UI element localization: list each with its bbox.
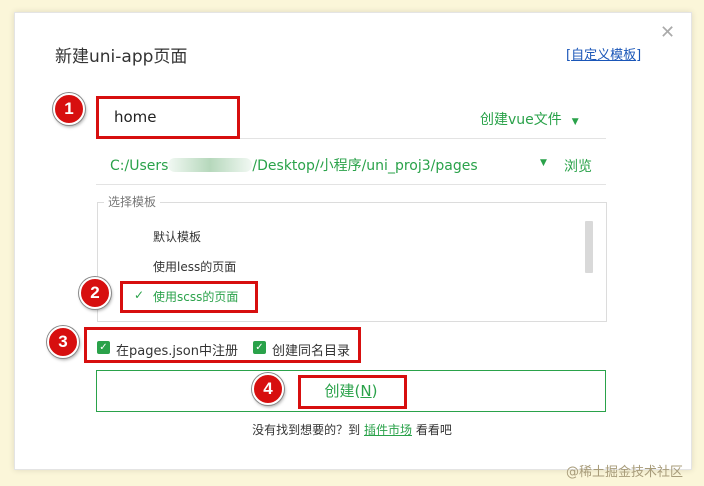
redacted-username [168, 158, 253, 172]
create-type-dropdown[interactable]: 创建vue文件 ▼ [480, 109, 579, 129]
annotation-box-3 [84, 327, 361, 363]
template-item-less[interactable]: 使用less的页面 [153, 258, 236, 275]
template-legend: 选择模板 [104, 193, 161, 210]
create-type-label: 创建vue文件 [480, 112, 562, 128]
path-suffix: /Desktop/小程序/uni_proj3/pages [252, 158, 478, 174]
path-prefix: C:/Users [110, 158, 169, 174]
close-icon[interactable]: ✕ [660, 24, 675, 42]
custom-template-bracket-close: ] [636, 48, 642, 63]
custom-template-link[interactable]: [自定义模板] [566, 44, 641, 63]
path-dropdown-icon[interactable]: ▼ [540, 158, 547, 168]
annotation-box-1 [96, 96, 240, 139]
chevron-down-icon: ▼ [571, 117, 579, 127]
path-field[interactable]: C:/Users/Desktop/小程序/uni_proj3/pages [110, 155, 478, 175]
dialog-title: 新建uni-app页面 [55, 47, 188, 67]
plugin-market-link[interactable]: 插件市场 [364, 423, 412, 437]
hint-suffix: 看看吧 [412, 423, 452, 437]
annotation-badge-3: 3 [47, 326, 79, 358]
template-item-label: 使用less的页面 [153, 260, 237, 274]
plugin-market-hint: 没有找到想要的？到 插件市场 看看吧 [0, 421, 704, 438]
custom-template-label[interactable]: 自定义模板 [571, 48, 636, 63]
template-item-default[interactable]: 默认模板 [153, 228, 201, 245]
template-item-label: 默认模板 [153, 230, 202, 244]
annotation-badge-2: 2 [79, 277, 111, 309]
path-row: C:/Users/Desktop/小程序/uni_proj3/pages ▼ 浏… [96, 144, 606, 185]
template-list-scrollbar[interactable] [585, 221, 593, 273]
browse-button[interactable]: 浏览 [564, 156, 592, 176]
annotation-badge-4: 4 [252, 373, 284, 405]
hint-prefix: 没有找到想要的？到 [252, 423, 364, 437]
annotation-box-2 [120, 281, 258, 313]
annotation-badge-1: 1 [53, 93, 85, 125]
annotation-box-4 [298, 375, 407, 409]
watermark: @稀土掘金技术社区 [566, 465, 684, 480]
